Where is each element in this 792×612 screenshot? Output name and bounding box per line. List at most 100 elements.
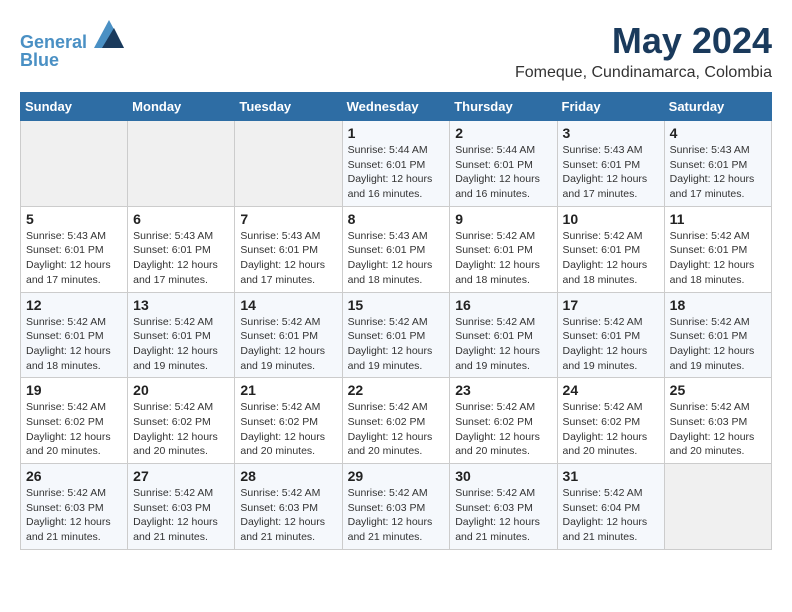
calendar-cell: 11 Sunrise: 5:42 AM Sunset: 6:01 PM Dayli… — [664, 206, 771, 292]
calendar-cell: 29 Sunrise: 5:42 AM Sunset: 6:03 PM Dayli… — [342, 464, 450, 550]
day-info: Sunrise: 5:42 AM Sunset: 6:03 PM Dayligh… — [240, 486, 336, 545]
day-number: 4 — [670, 125, 766, 141]
day-number: 18 — [670, 297, 766, 313]
day-info: Sunrise: 5:42 AM Sunset: 6:02 PM Dayligh… — [348, 400, 445, 459]
day-info: Sunrise: 5:42 AM Sunset: 6:02 PM Dayligh… — [455, 400, 551, 459]
day-info: Sunrise: 5:42 AM Sunset: 6:01 PM Dayligh… — [455, 315, 551, 374]
calendar-cell: 14 Sunrise: 5:42 AM Sunset: 6:01 PM Dayli… — [235, 292, 342, 378]
logo: General Blue — [20, 20, 124, 71]
day-number: 28 — [240, 468, 336, 484]
calendar-cell: 8 Sunrise: 5:43 AM Sunset: 6:01 PM Daylig… — [342, 206, 450, 292]
column-header-wednesday: Wednesday — [342, 93, 450, 121]
day-info: Sunrise: 5:42 AM Sunset: 6:01 PM Dayligh… — [455, 229, 551, 288]
day-number: 13 — [133, 297, 229, 313]
calendar-cell: 19 Sunrise: 5:42 AM Sunset: 6:02 PM Dayli… — [21, 378, 128, 464]
day-info: Sunrise: 5:43 AM Sunset: 6:01 PM Dayligh… — [133, 229, 229, 288]
calendar-cell: 15Sunrise: 5:42 AM Sunset: 6:01 PM Dayli… — [342, 292, 450, 378]
calendar-cell: 30 Sunrise: 5:42 AM Sunset: 6:03 PM Dayli… — [450, 464, 557, 550]
calendar-cell: 21 Sunrise: 5:42 AM Sunset: 6:02 PM Dayli… — [235, 378, 342, 464]
day-info: Sunrise: 5:42 AM Sunset: 6:01 PM Dayligh… — [670, 229, 766, 288]
day-number: 10 — [563, 211, 659, 227]
logo-text: General — [20, 20, 124, 54]
calendar-cell: 22 Sunrise: 5:42 AM Sunset: 6:02 PM Dayli… — [342, 378, 450, 464]
day-info: Sunrise: 5:42 AM Sunset: 6:02 PM Dayligh… — [26, 400, 122, 459]
month-title: May 2024 — [515, 20, 772, 62]
day-number: 20 — [133, 382, 229, 398]
calendar-cell: 17 Sunrise: 5:42 AM Sunset: 6:01 PM Dayli… — [557, 292, 664, 378]
calendar-header-row: SundayMondayTuesdayWednesdayThursdayFrid… — [21, 93, 772, 121]
day-number: 3 — [563, 125, 659, 141]
calendar-cell: 1 Sunrise: 5:44 AM Sunset: 6:01 PM Daylig… — [342, 121, 450, 207]
day-info: Sunrise: 5:43 AM Sunset: 6:01 PM Dayligh… — [240, 229, 336, 288]
column-header-friday: Friday — [557, 93, 664, 121]
day-info: Sunrise: 5:42 AM Sunset: 6:01 PM Dayligh… — [348, 315, 445, 374]
day-info: Sunrise: 5:42 AM Sunset: 6:01 PM Dayligh… — [563, 229, 659, 288]
day-info: Sunrise: 5:42 AM Sunset: 6:02 PM Dayligh… — [563, 400, 659, 459]
day-info: Sunrise: 5:42 AM Sunset: 6:02 PM Dayligh… — [240, 400, 336, 459]
day-number: 19 — [26, 382, 122, 398]
day-number: 17 — [563, 297, 659, 313]
day-number: 31 — [563, 468, 659, 484]
day-number: 1 — [348, 125, 445, 141]
calendar-week-2: 5 Sunrise: 5:43 AM Sunset: 6:01 PM Daylig… — [21, 206, 772, 292]
day-number: 27 — [133, 468, 229, 484]
day-info: Sunrise: 5:43 AM Sunset: 6:01 PM Dayligh… — [348, 229, 445, 288]
day-number: 8 — [348, 211, 445, 227]
location-title: Fomeque, Cundinamarca, Colombia — [515, 64, 772, 82]
day-number: 22 — [348, 382, 445, 398]
calendar-cell: 25 Sunrise: 5:42 AM Sunset: 6:03 PM Dayli… — [664, 378, 771, 464]
day-info: Sunrise: 5:42 AM Sunset: 6:03 PM Dayligh… — [348, 486, 445, 545]
column-header-thursday: Thursday — [450, 93, 557, 121]
calendar-cell: 6 Sunrise: 5:43 AM Sunset: 6:01 PM Daylig… — [128, 206, 235, 292]
day-info: Sunrise: 5:42 AM Sunset: 6:01 PM Dayligh… — [240, 315, 336, 374]
day-info: Sunrise: 5:42 AM Sunset: 6:01 PM Dayligh… — [563, 315, 659, 374]
calendar-cell — [21, 121, 128, 207]
day-info: Sunrise: 5:43 AM Sunset: 6:01 PM Dayligh… — [26, 229, 122, 288]
day-info: Sunrise: 5:42 AM Sunset: 6:03 PM Dayligh… — [455, 486, 551, 545]
day-number: 30 — [455, 468, 551, 484]
day-info: Sunrise: 5:42 AM Sunset: 6:01 PM Dayligh… — [26, 315, 122, 374]
column-header-tuesday: Tuesday — [235, 93, 342, 121]
calendar-cell — [235, 121, 342, 207]
calendar-cell: 28 Sunrise: 5:42 AM Sunset: 6:03 PM Dayli… — [235, 464, 342, 550]
day-number: 26 — [26, 468, 122, 484]
calendar-week-1: 1 Sunrise: 5:44 AM Sunset: 6:01 PM Daylig… — [21, 121, 772, 207]
day-info: Sunrise: 5:42 AM Sunset: 6:02 PM Dayligh… — [133, 400, 229, 459]
column-header-sunday: Sunday — [21, 93, 128, 121]
calendar-cell: 20 Sunrise: 5:42 AM Sunset: 6:02 PM Dayli… — [128, 378, 235, 464]
day-info: Sunrise: 5:42 AM Sunset: 6:03 PM Dayligh… — [133, 486, 229, 545]
day-number: 25 — [670, 382, 766, 398]
day-info: Sunrise: 5:44 AM Sunset: 6:01 PM Dayligh… — [348, 143, 445, 202]
day-info: Sunrise: 5:42 AM Sunset: 6:01 PM Dayligh… — [670, 315, 766, 374]
title-block: May 2024 Fomeque, Cundinamarca, Colombia — [515, 20, 772, 82]
calendar-week-3: 12 Sunrise: 5:42 AM Sunset: 6:01 PM Dayli… — [21, 292, 772, 378]
day-number: 21 — [240, 382, 336, 398]
day-number: 5 — [26, 211, 122, 227]
day-info: Sunrise: 5:42 AM Sunset: 6:04 PM Dayligh… — [563, 486, 659, 545]
day-number: 11 — [670, 211, 766, 227]
calendar-cell: 9Sunrise: 5:42 AM Sunset: 6:01 PM Daylig… — [450, 206, 557, 292]
day-number: 23 — [455, 382, 551, 398]
day-number: 2 — [455, 125, 551, 141]
day-number: 12 — [26, 297, 122, 313]
day-number: 29 — [348, 468, 445, 484]
column-header-saturday: Saturday — [664, 93, 771, 121]
calendar-cell — [128, 121, 235, 207]
column-header-monday: Monday — [128, 93, 235, 121]
page-header: General Blue May 2024 Fomeque, Cundinama… — [20, 20, 772, 82]
calendar-cell: 31 Sunrise: 5:42 AM Sunset: 6:04 PM Dayli… — [557, 464, 664, 550]
calendar-cell: 3Sunrise: 5:43 AM Sunset: 6:01 PM Daylig… — [557, 121, 664, 207]
calendar-cell: 7 Sunrise: 5:43 AM Sunset: 6:01 PM Daylig… — [235, 206, 342, 292]
day-info: Sunrise: 5:42 AM Sunset: 6:03 PM Dayligh… — [670, 400, 766, 459]
day-number: 24 — [563, 382, 659, 398]
calendar-cell: 2 Sunrise: 5:44 AM Sunset: 6:01 PM Daylig… — [450, 121, 557, 207]
calendar-table: SundayMondayTuesdayWednesdayThursdayFrid… — [20, 92, 772, 550]
day-number: 7 — [240, 211, 336, 227]
calendar-cell: 26Sunrise: 5:42 AM Sunset: 6:03 PM Dayli… — [21, 464, 128, 550]
logo-icon — [94, 20, 124, 48]
day-info: Sunrise: 5:44 AM Sunset: 6:01 PM Dayligh… — [455, 143, 551, 202]
day-number: 14 — [240, 297, 336, 313]
calendar-cell: 18 Sunrise: 5:42 AM Sunset: 6:01 PM Dayli… — [664, 292, 771, 378]
day-number: 6 — [133, 211, 229, 227]
calendar-cell: 12 Sunrise: 5:42 AM Sunset: 6:01 PM Dayli… — [21, 292, 128, 378]
